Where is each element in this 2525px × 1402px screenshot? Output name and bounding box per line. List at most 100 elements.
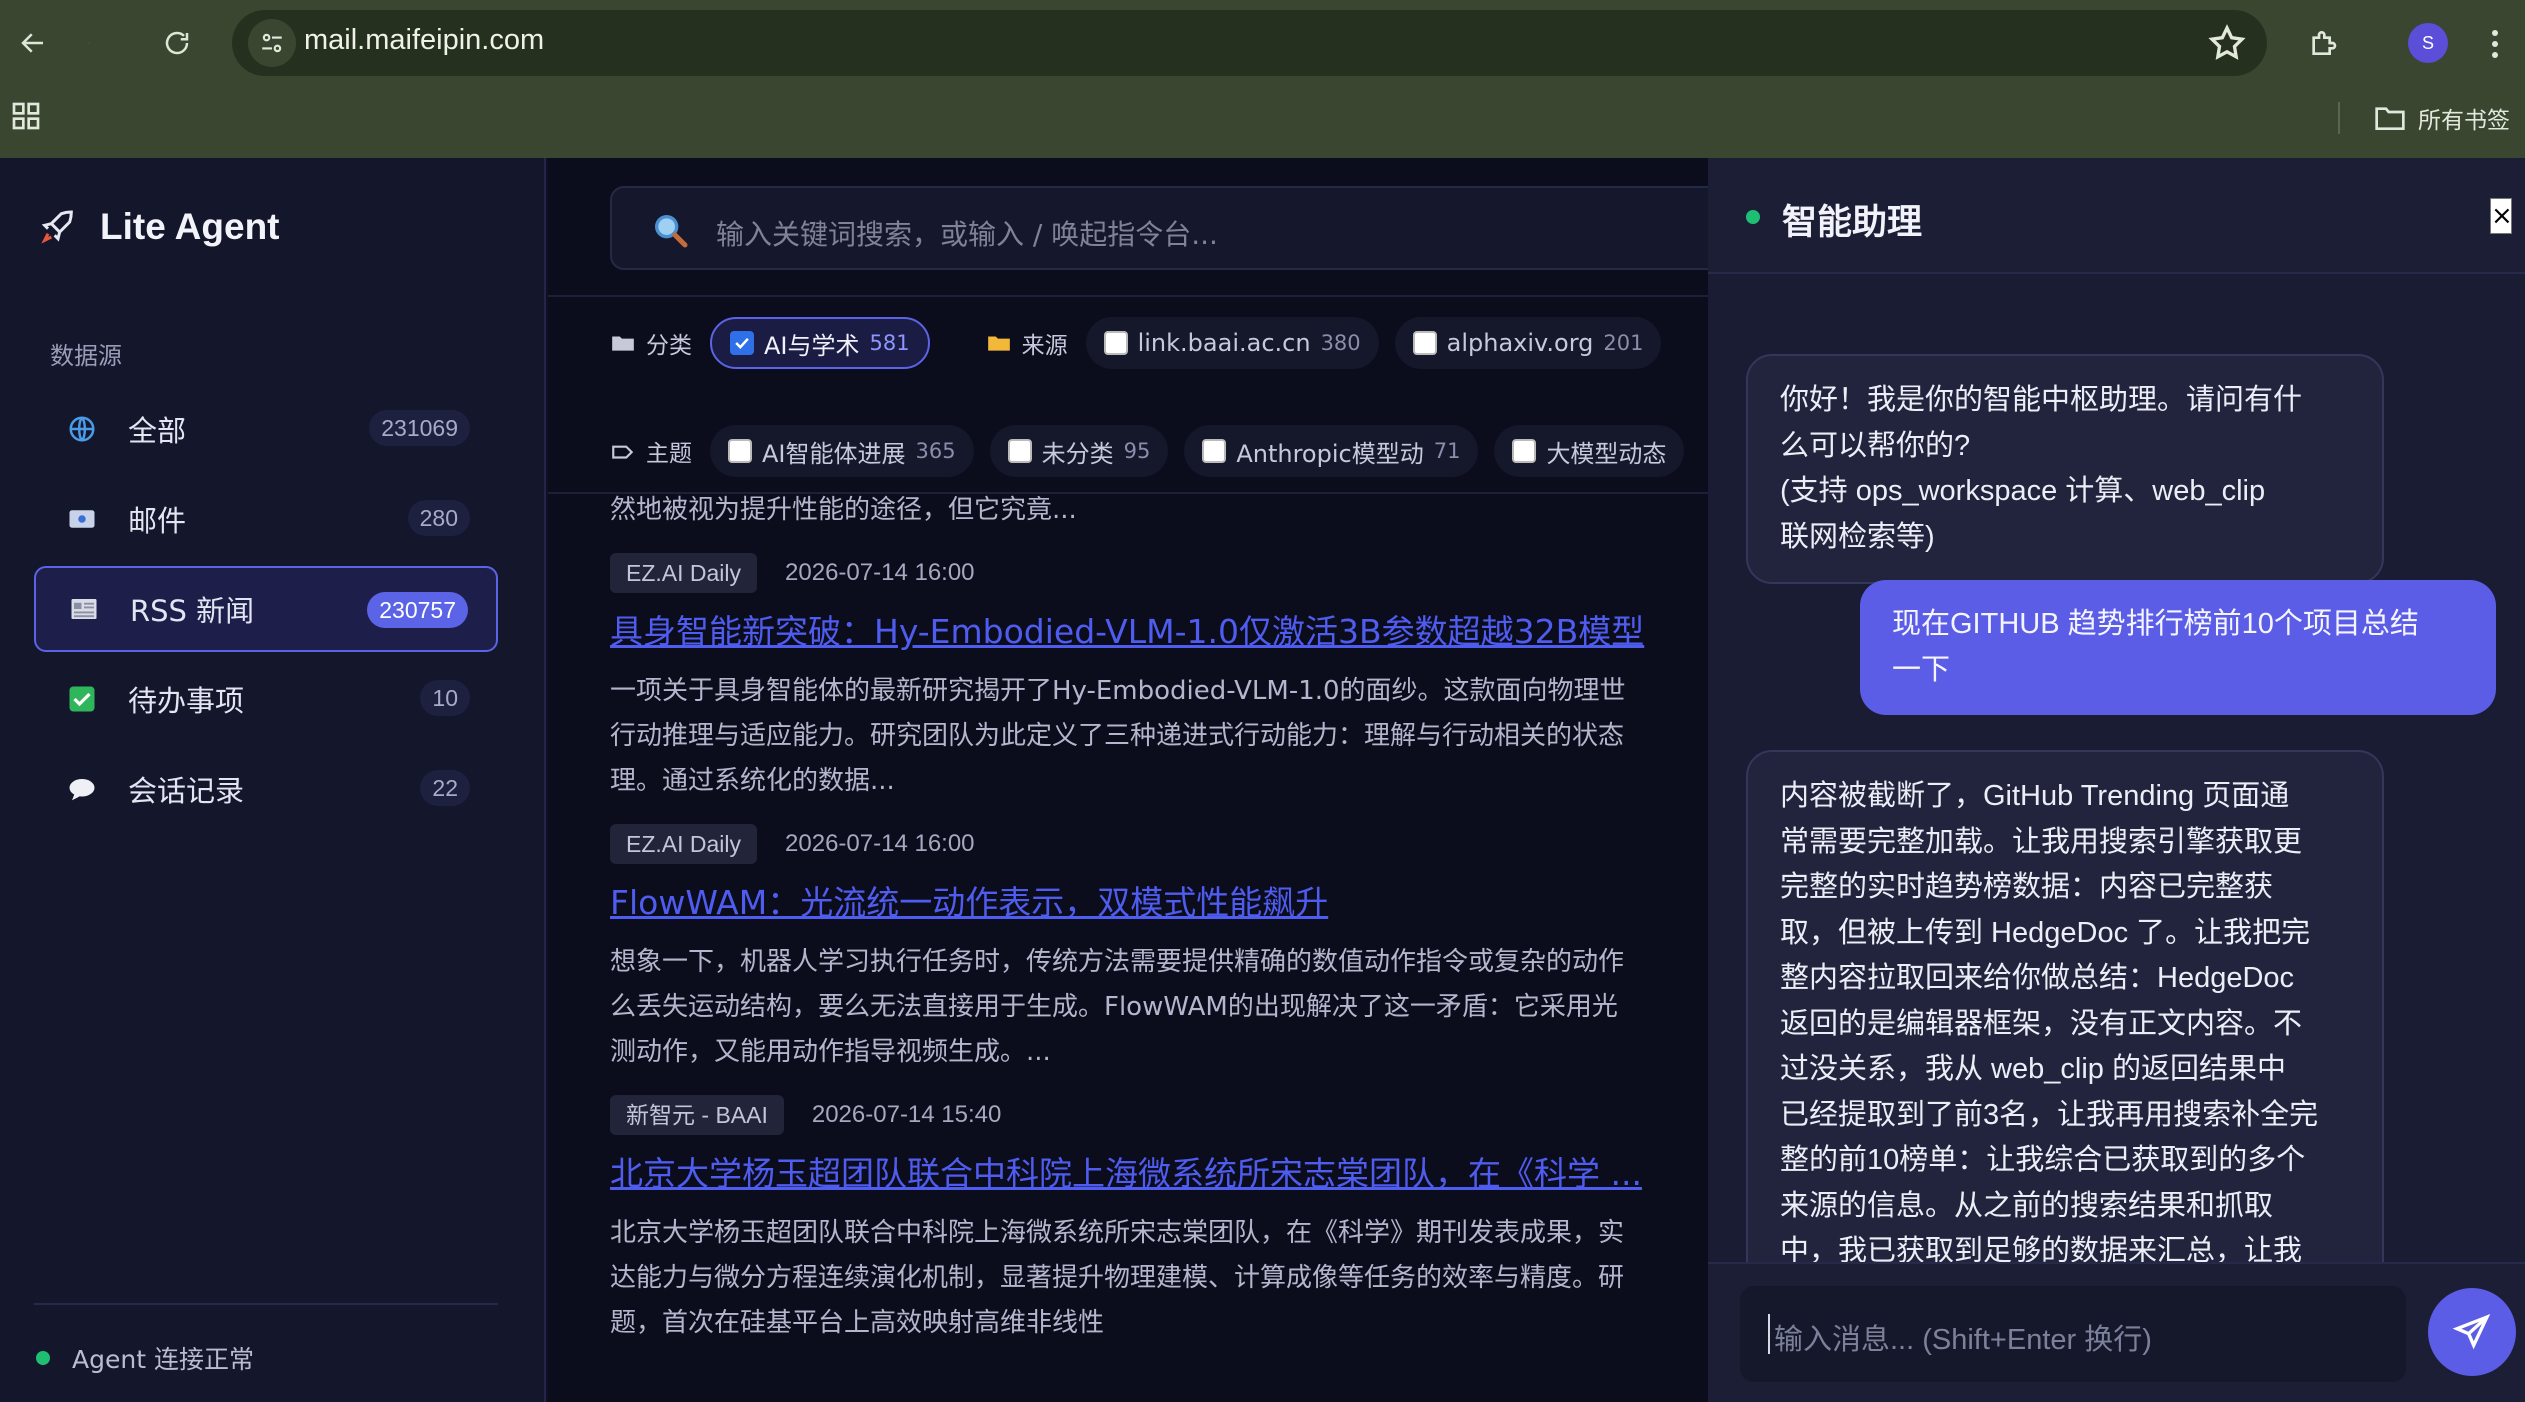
message-line: 么可以帮你的? xyxy=(1780,429,1971,462)
chip-label: Anthropic模型动 xyxy=(1236,439,1424,468)
summary-line: 一项关于具身智能体的最新研究揭开了Hy-Embodied-VLM-1.0的面纱。… xyxy=(610,676,1626,706)
app-title: Lite Agent xyxy=(100,206,280,247)
checkbox-icon[interactable] xyxy=(728,439,752,463)
rocket-icon xyxy=(41,210,73,244)
sidebar-item-label: 全部 xyxy=(128,414,187,448)
summary-line: 北京大学杨玉超团队联合中科院上海微系统所宋志棠团队，在《科学》期刊发表成果，实 xyxy=(610,1218,1625,1248)
filter-row-topic: 主题 AI智能体进展 365 未分类 95 Anthropic模型动 71 大模… xyxy=(610,424,1700,478)
forward-arrow-icon[interactable] xyxy=(40,18,90,68)
chip-count: 201 xyxy=(1603,331,1644,355)
apps-grid-icon[interactable] xyxy=(10,100,46,136)
checkbox-checked-icon[interactable] xyxy=(730,331,754,355)
all-bookmarks-button[interactable]: 所有书签 xyxy=(2374,100,2510,136)
extensions-puzzle-icon[interactable] xyxy=(2298,18,2348,68)
chip-label: AI智能体进展 xyxy=(762,439,906,468)
checkbox-icon[interactable] xyxy=(1103,331,1128,355)
assistant-message: 你好！我是你的智能中枢助理。请问有什 么可以帮你的? (支持 ops_works… xyxy=(1746,354,2384,584)
send-paper-plane-icon xyxy=(2452,1313,2491,1350)
sidebar-item-rss[interactable]: RSS 新闻 230757 xyxy=(34,566,498,652)
folder-icon xyxy=(612,336,634,351)
article-title-link[interactable]: 北京大学杨玉超团队联合中科院上海微系统所宋志棠团队，在《科学 ... xyxy=(610,1149,1708,1199)
message-line: 常需要完整加载。让我用搜索引擎获取更 xyxy=(1780,825,2303,858)
article-summary: 一项关于具身智能体的最新研究揭开了Hy-Embodied-VLM-1.0的面纱。… xyxy=(610,669,1708,804)
main-panel: 输入关键词搜索，或输入 / 唤起指令台... 分类 AI与学术 581 来源 l… xyxy=(548,158,1708,1402)
message-line: 整的前10榜单：让我综合已获取到的多个 xyxy=(1780,1144,2306,1176)
checkbox-icon[interactable] xyxy=(1007,439,1032,463)
filter-chip-topic-llm[interactable]: 大模型动态 xyxy=(1494,425,1685,477)
category-label-text: 分类 xyxy=(646,333,692,359)
assistant-title: 智能助理 xyxy=(1782,203,1923,243)
count-badge: 280 xyxy=(407,500,470,536)
text-caret xyxy=(1768,1314,1770,1354)
chip-label: link.baai.ac.cn xyxy=(1137,329,1311,357)
chip-label: alphaxiv.org xyxy=(1446,329,1594,357)
article-date: 2026-07-14 16:00 xyxy=(785,830,975,857)
checkbox-icon[interactable] xyxy=(1202,439,1227,463)
assistant-header: 智能助理 × xyxy=(1708,158,2525,274)
chip-label: 未分类 xyxy=(1041,439,1114,468)
sidebar-item-sessions[interactable]: 会话记录 22 xyxy=(34,746,498,832)
status-text: Agent 连接正常 xyxy=(72,1345,254,1374)
speech-bubble-icon xyxy=(66,773,98,805)
sidebar-item-all[interactable]: 全部 231069 xyxy=(34,386,498,472)
source-label-text: 来源 xyxy=(1021,333,1068,359)
source-filter-label: 来源 xyxy=(986,326,1068,360)
count-badge: 22 xyxy=(420,770,470,806)
send-button[interactable] xyxy=(2428,1288,2516,1376)
browser-menu-icon[interactable] xyxy=(2480,22,2510,66)
filter-chip-ai-academic[interactable]: AI与学术 581 xyxy=(710,317,930,369)
divider xyxy=(548,295,1708,297)
search-input[interactable]: 输入关键词搜索，或输入 / 唤起指令台... xyxy=(610,186,1708,270)
source-tag[interactable]: 新智元 - BAAI xyxy=(610,1095,784,1135)
article-title-link[interactable]: 具身智能新突破：Hy-Embodied-VLM-1.0仅激活3B参数超越32B模… xyxy=(610,607,1708,657)
message-line: 联网检索等) xyxy=(1780,520,1935,553)
message-line: 中，我已获取到足够的数据来汇总，让我 xyxy=(1780,1235,2303,1262)
connection-status: Agent 连接正常 xyxy=(36,1340,254,1376)
message-line: 来源的信息。从之前的搜索结果和抓取 xyxy=(1780,1189,2274,1222)
filter-chip-topic-agents[interactable]: AI智能体进展 365 xyxy=(710,425,974,477)
sidebar-item-mail[interactable]: 邮件 280 xyxy=(34,476,498,562)
article-meta: EZ.AI Daily 2026-07-14 16:00 xyxy=(610,553,1708,593)
message-line: 内容被截断了，GitHub Trending 页面通 xyxy=(1780,780,2290,812)
search-placeholder: 输入关键词搜索，或输入 / 唤起指令台... xyxy=(716,218,1218,251)
message-line: 已经提取到了前3名，让我再用搜索补全完 xyxy=(1780,1098,2319,1131)
summary-line: 题，首次在硅基平台上高效映射高维非线性 xyxy=(610,1308,1105,1338)
close-button[interactable]: × xyxy=(2490,198,2513,234)
filter-chip-topic-uncategorized[interactable]: 未分类 95 xyxy=(989,425,1169,477)
message-input[interactable]: 输入消息... (Shift+Enter 换行) xyxy=(1740,1286,2406,1382)
article-summary-fragment: 然地被视为提升性能的途径，但它究竟... xyxy=(610,495,1077,525)
source-tag[interactable]: EZ.AI Daily xyxy=(610,824,758,864)
globe-icon xyxy=(66,413,98,445)
brand: Lite Agent xyxy=(38,206,280,248)
url-text[interactable]: mail.maifeipin.com xyxy=(304,24,544,57)
filter-chip-source-baai[interactable]: link.baai.ac.cn 380 xyxy=(1085,317,1379,369)
address-bar[interactable]: mail.maifeipin.com xyxy=(232,10,2267,76)
chip-count: 71 xyxy=(1433,439,1461,463)
chat-log[interactable]: 你好！我是你的智能中枢助理。请问有什 么可以帮你的? (支持 ops_works… xyxy=(1708,276,2525,1262)
message-line: 过没关系，我从 web_clip 的返回结果中 xyxy=(1780,1053,2286,1085)
article-title-link[interactable]: FlowWAM：光流统一动作表示，双模式性能飙升 xyxy=(610,878,1708,928)
source-tag[interactable]: EZ.AI Daily xyxy=(610,553,758,593)
summary-line: 么丢失运动结构，要么无法直接用于生成。FlowWAM的出现解决了这一矛盾：它采用… xyxy=(610,992,1618,1022)
checkbox-icon[interactable] xyxy=(1512,439,1537,463)
chip-label: AI与学术 xyxy=(764,331,860,360)
toolbar-divider xyxy=(2338,102,2340,134)
profile-avatar[interactable]: S xyxy=(2408,23,2448,63)
sidebar: Lite Agent 数据源 全部 231069 邮件 280 RSS 新闻 2… xyxy=(0,158,546,1402)
filter-row-category-source: 分类 AI与学术 581 来源 link.baai.ac.cn 380 alph… xyxy=(610,316,1677,370)
message-line: 完整的实时趋势榜数据：内容已完整获 xyxy=(1780,871,2274,903)
filter-chip-source-alphaxiv[interactable]: alphaxiv.org 201 xyxy=(1394,317,1662,369)
mail-icon xyxy=(66,503,98,535)
sidebar-item-label: 邮件 xyxy=(128,504,187,538)
article-date: 2026-07-14 16:00 xyxy=(785,559,975,586)
site-settings-icon[interactable] xyxy=(248,19,296,67)
summary-line: 达能力与微分方程连续演化机制，显著提升物理建模、计算成像等任务的效率与精度。研 xyxy=(610,1263,1625,1293)
summary-line: 行动推理与适应能力。研究团队为此定义了三种递进式行动能力：理解与行动相关的状态 xyxy=(610,721,1625,751)
sidebar-item-label: 待办事项 xyxy=(128,684,245,718)
filter-chip-topic-anthropic[interactable]: Anthropic模型动 71 xyxy=(1184,425,1479,477)
sidebar-item-todo[interactable]: 待办事项 10 xyxy=(34,656,498,742)
reload-icon[interactable] xyxy=(152,18,202,68)
checkbox-icon[interactable] xyxy=(1412,331,1437,355)
bookmark-star-icon[interactable] xyxy=(2207,23,2247,63)
message-line: 取，但被上传到 HedgeDoc 了。让我把完 xyxy=(1780,916,2311,949)
